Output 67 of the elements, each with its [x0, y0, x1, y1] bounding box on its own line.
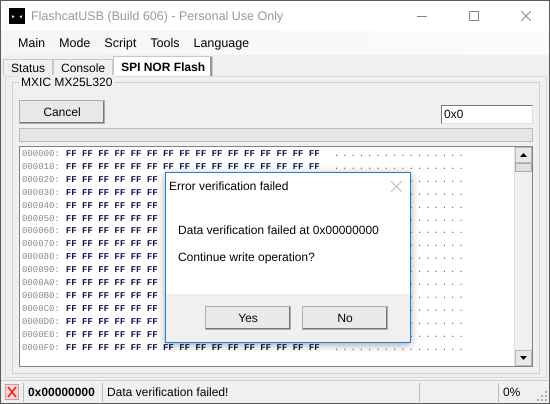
close-icon — [521, 11, 531, 21]
scrollbar[interactable] — [514, 147, 532, 366]
hex-bytes: FF FF FF FF FF FF FF FF FF FF FF FF FF FF FF FF — [66, 148, 320, 161]
hex-address: 000060: — [22, 225, 60, 238]
hex-address: 0000B0: — [22, 290, 60, 303]
hex-bytes: FF FF FF FF FF FF — [66, 316, 158, 329]
scroll-down-button[interactable] — [515, 350, 532, 366]
hex-address: 000000: — [22, 148, 60, 161]
status-address: 0x00000000 — [28, 385, 95, 399]
cancel-button[interactable]: Cancel — [19, 100, 105, 124]
hex-address: 000070: — [22, 238, 60, 252]
scroll-thumb[interactable] — [515, 163, 532, 172]
app-icon — [9, 8, 25, 24]
address-field[interactable]: 0x0 — [441, 104, 533, 124]
window-title: FlashcatUSB (Build 606) - Personal Use Only — [31, 9, 284, 23]
hex-address: 0000E0: — [22, 328, 60, 342]
hex-address: 000040: — [22, 200, 60, 213]
hex-bytes: FF FF FF FF FF FF — [66, 290, 158, 303]
hex-address: 0000C0: — [22, 302, 60, 316]
hex-bytes: FF FF FF FF FF FF — [66, 302, 158, 316]
hex-address: 000010: — [22, 160, 60, 174]
dialog-question: Continue write operation? — [178, 250, 316, 264]
hex-ascii: ................ — [334, 342, 467, 354]
menu-item[interactable]: Mode — [52, 36, 98, 50]
tab[interactable]: SPI NOR Flash — [113, 56, 214, 76]
hex-address: 000050: — [22, 212, 60, 226]
hex-bytes: FF FF FF FF FF FF — [66, 251, 158, 264]
hex-address: 000020: — [22, 174, 60, 187]
hex-address: 000030: — [22, 186, 60, 200]
status-percent: 0% — [503, 385, 520, 399]
hex-bytes: FF FF FF FF FF FF — [66, 174, 158, 187]
dialog-button[interactable]: No — [302, 306, 388, 330]
hex-bytes: FF FF FF FF FF FF FF FF FF FF FF FF FF FF FF FF — [66, 160, 320, 174]
hex-address: 0000F0: — [22, 342, 60, 354]
hex-bytes: FF FF FF FF FF FF — [66, 225, 158, 238]
status-message: Data verification failed! — [107, 385, 228, 399]
menu-item[interactable]: Script — [97, 36, 144, 50]
hex-bytes: FF FF FF FF FF FF FF FF FF FF FF FF FF FF FF FF — [66, 342, 320, 354]
hex-bytes: FF FF FF FF FF FF — [66, 328, 158, 342]
dialog-button[interactable]: Yes — [205, 306, 291, 330]
menu-item[interactable]: Main — [11, 36, 52, 50]
maximize-icon — [469, 11, 479, 21]
dialog-title: Error verification failed — [169, 179, 288, 193]
hex-bytes: FF FF FF FF FF FF — [66, 277, 158, 290]
group-title: MXIC MX25L320 — [19, 75, 114, 89]
scroll-up-button[interactable] — [515, 147, 532, 163]
up-arrow-icon — [520, 153, 527, 157]
hex-bytes: FF FF FF FF FF FF — [66, 238, 158, 252]
menu-item[interactable]: Language — [186, 36, 256, 50]
error-icon — [5, 384, 19, 400]
hex-address: 0000D0: — [22, 316, 60, 329]
hex-bytes: FF FF FF FF FF FF — [66, 200, 158, 213]
dialog-message: Data verification failed at 0x00000000 — [178, 223, 380, 237]
tab[interactable]: Status — [3, 59, 54, 76]
tab[interactable]: Console — [53, 59, 114, 76]
hex-bytes: FF FF FF FF FF FF — [66, 212, 158, 226]
resize-grip-icon[interactable] — [537, 391, 547, 401]
hex-address: 000080: — [22, 251, 60, 264]
close-icon[interactable] — [391, 180, 402, 192]
hex-bytes: FF FF FF FF FF FF — [66, 186, 158, 200]
menu-item[interactable]: Tools — [143, 36, 187, 50]
hex-address: 0000A0: — [22, 277, 60, 290]
hex-address: 000090: — [22, 264, 60, 278]
hex-ascii: ................ — [334, 160, 467, 174]
down-arrow-icon — [520, 356, 527, 360]
hex-ascii: ................ — [334, 148, 467, 161]
hex-bytes: FF FF FF FF FF FF — [66, 264, 158, 278]
